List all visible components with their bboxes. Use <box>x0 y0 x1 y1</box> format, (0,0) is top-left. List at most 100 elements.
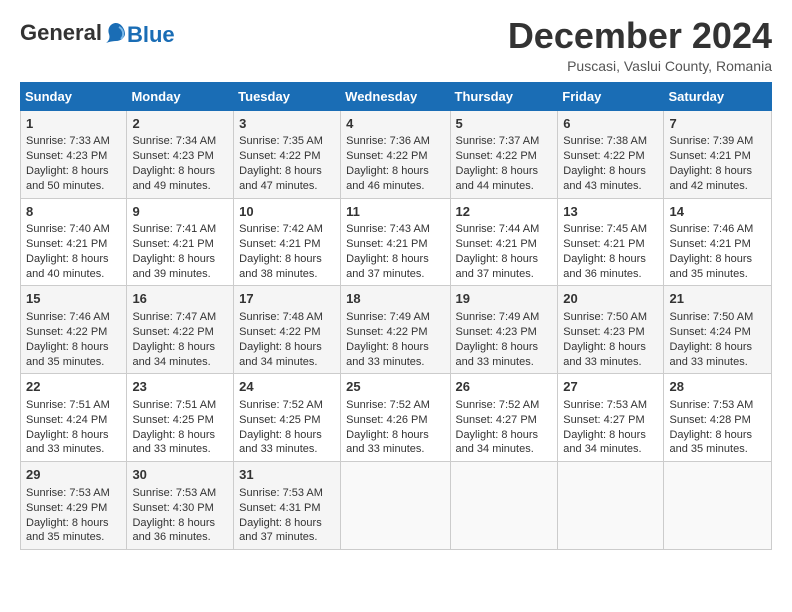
logo-icon <box>103 21 129 47</box>
day-info-line: Sunrise: 7:46 AM <box>26 311 110 323</box>
day-info-line: Sunset: 4:22 PM <box>132 326 213 338</box>
table-row: 7Sunrise: 7:39 AMSunset: 4:21 PMDaylight… <box>664 110 772 198</box>
day-info-line: Daylight: 8 hours <box>669 253 752 265</box>
day-info-line: and 43 minutes. <box>563 180 641 192</box>
day-info-line: Daylight: 8 hours <box>346 165 429 177</box>
day-number: 3 <box>239 115 335 133</box>
day-info-line: and 33 minutes. <box>456 356 534 368</box>
table-row: 20Sunrise: 7:50 AMSunset: 4:23 PMDayligh… <box>558 286 664 374</box>
logo: General Blue <box>20 20 175 48</box>
day-number: 18 <box>346 290 444 308</box>
day-info-line: Daylight: 8 hours <box>456 341 539 353</box>
table-row: 23Sunrise: 7:51 AMSunset: 4:25 PMDayligh… <box>127 374 234 462</box>
table-row: 17Sunrise: 7:48 AMSunset: 4:22 PMDayligh… <box>234 286 341 374</box>
day-info-line: Daylight: 8 hours <box>239 253 322 265</box>
day-info-line: Sunset: 4:28 PM <box>669 414 750 426</box>
page-container: General Blue December 2024 Puscasi, Vasl… <box>0 0 792 560</box>
day-info-line: Daylight: 8 hours <box>132 341 215 353</box>
table-row: 5Sunrise: 7:37 AMSunset: 4:22 PMDaylight… <box>450 110 558 198</box>
day-info-line: Daylight: 8 hours <box>239 517 322 529</box>
day-info-line: Sunrise: 7:52 AM <box>346 399 430 411</box>
day-info-line: Sunset: 4:21 PM <box>563 238 644 250</box>
table-row: 27Sunrise: 7:53 AMSunset: 4:27 PMDayligh… <box>558 374 664 462</box>
table-row: 15Sunrise: 7:46 AMSunset: 4:22 PMDayligh… <box>21 286 127 374</box>
day-info-line: Sunset: 4:23 PM <box>456 326 537 338</box>
table-row: 10Sunrise: 7:42 AMSunset: 4:21 PMDayligh… <box>234 198 341 286</box>
day-info-line: and 33 minutes. <box>239 443 317 455</box>
calendar-week-row: 8 Sunrise: 7:40 AM Sunset: 4:21 PM Daylight… <box>21 198 772 286</box>
day-info-line: and 49 minutes. <box>132 180 210 192</box>
day-info-line: Daylight: 8 hours <box>563 253 646 265</box>
calendar-week-row: 22Sunrise: 7:51 AMSunset: 4:24 PMDayligh… <box>21 374 772 462</box>
day-info-line: Daylight: 8 hours <box>669 429 752 441</box>
table-row <box>664 462 772 550</box>
day-info-line: Daylight: 8 hours <box>132 165 215 177</box>
table-row: 22Sunrise: 7:51 AMSunset: 4:24 PMDayligh… <box>21 374 127 462</box>
day-info-line: Daylight: 8 hours <box>669 165 752 177</box>
day-info-line: and 46 minutes. <box>346 180 424 192</box>
day-info-line: and 34 minutes. <box>456 443 534 455</box>
day-info-line: Daylight: 8 hours <box>26 253 109 265</box>
table-row: 11Sunrise: 7:43 AMSunset: 4:21 PMDayligh… <box>341 198 450 286</box>
table-row: 24Sunrise: 7:52 AMSunset: 4:25 PMDayligh… <box>234 374 341 462</box>
day-info-line: Sunrise: 7:49 AM <box>346 311 430 323</box>
day-number: 16 <box>132 290 228 308</box>
day-info-line: Sunrise: 7:43 AM <box>346 223 430 235</box>
day-number: 26 <box>456 378 553 396</box>
day-info-line: Sunset: 4:30 PM <box>132 502 213 514</box>
day-info-line: Sunrise: 7:33 AM <box>26 135 110 147</box>
day-info-line: Sunset: 4:25 PM <box>239 414 320 426</box>
day-info-line: Sunrise: 7:53 AM <box>26 487 110 499</box>
day-info-line: Daylight: 8 hours <box>563 341 646 353</box>
day-number: 12 <box>456 203 553 221</box>
table-row <box>341 462 450 550</box>
day-info-line: Sunrise: 7:48 AM <box>239 311 323 323</box>
header: General Blue December 2024 Puscasi, Vasl… <box>20 16 772 74</box>
table-row: 12Sunrise: 7:44 AMSunset: 4:21 PMDayligh… <box>450 198 558 286</box>
day-info-line: Daylight: 8 hours <box>239 341 322 353</box>
day-number: 5 <box>456 115 553 133</box>
day-info-line: Sunset: 4:21 PM <box>239 238 320 250</box>
col-wednesday: Wednesday <box>341 82 450 110</box>
day-info-line: and 34 minutes. <box>563 443 641 455</box>
day-info-line: Sunset: 4:23 PM <box>26 150 107 162</box>
day-number: 14 <box>669 203 766 221</box>
day-number: 4 <box>346 115 444 133</box>
day-number: 31 <box>239 466 335 484</box>
day-info-line: and 34 minutes. <box>239 356 317 368</box>
day-info-line: and 40 minutes. <box>26 268 104 280</box>
day-info-line: Sunrise: 7:52 AM <box>239 399 323 411</box>
day-info-line: and 36 minutes. <box>563 268 641 280</box>
location-subtitle: Puscasi, Vaslui County, Romania <box>508 58 772 74</box>
day-info-line: Sunset: 4:21 PM <box>669 150 750 162</box>
table-row: 18Sunrise: 7:49 AMSunset: 4:22 PMDayligh… <box>341 286 450 374</box>
day-info-line: Sunrise: 7:53 AM <box>239 487 323 499</box>
col-friday: Friday <box>558 82 664 110</box>
day-info-line: Daylight: 8 hours <box>456 253 539 265</box>
day-info-line: and 47 minutes. <box>239 180 317 192</box>
table-row: 9Sunrise: 7:41 AMSunset: 4:21 PMDaylight… <box>127 198 234 286</box>
day-number: 8 <box>26 203 121 221</box>
day-number: 2 <box>132 115 228 133</box>
table-row: 28Sunrise: 7:53 AMSunset: 4:28 PMDayligh… <box>664 374 772 462</box>
col-sunday: Sunday <box>21 82 127 110</box>
day-info-line: and 44 minutes. <box>456 180 534 192</box>
day-info-line: and 33 minutes. <box>346 443 424 455</box>
day-info-line: Sunset: 4:21 PM <box>346 238 427 250</box>
table-row: 6Sunrise: 7:38 AMSunset: 4:22 PMDaylight… <box>558 110 664 198</box>
day-info-line: Sunrise: 7:39 AM <box>669 135 753 147</box>
table-row: 2Sunrise: 7:34 AMSunset: 4:23 PMDaylight… <box>127 110 234 198</box>
col-saturday: Saturday <box>664 82 772 110</box>
day-info-line: Sunrise: 7:41 AM <box>132 223 216 235</box>
day-info-line: Sunset: 4:31 PM <box>239 502 320 514</box>
day-info-line: Sunrise: 7:37 AM <box>456 135 540 147</box>
day-info-line: Sunrise: 7:40 AM <box>26 223 110 235</box>
calendar-week-row: 15Sunrise: 7:46 AMSunset: 4:22 PMDayligh… <box>21 286 772 374</box>
day-info-line: and 34 minutes. <box>132 356 210 368</box>
day-number: 1 <box>26 115 121 133</box>
day-info-line: Sunrise: 7:42 AM <box>239 223 323 235</box>
day-number: 20 <box>563 290 658 308</box>
day-info-line: Sunset: 4:22 PM <box>239 326 320 338</box>
day-info-line: Daylight: 8 hours <box>563 165 646 177</box>
day-info-line: Daylight: 8 hours <box>456 429 539 441</box>
